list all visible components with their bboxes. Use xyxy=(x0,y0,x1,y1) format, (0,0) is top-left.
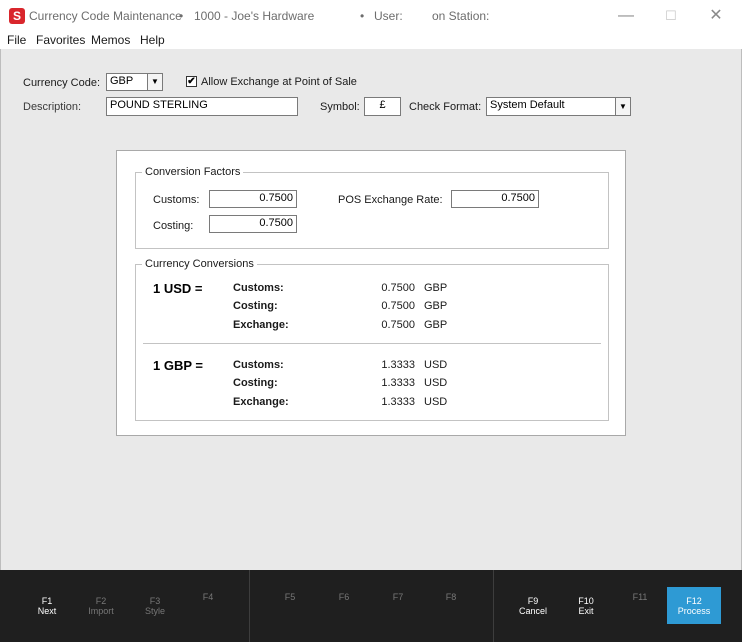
conversion-heading: 1 USD = xyxy=(153,281,203,296)
costing-factor-label: Costing: xyxy=(153,220,194,232)
fkey-code: F3 xyxy=(149,596,161,606)
fkey-code: F2 xyxy=(95,596,107,606)
f5-button[interactable]: F5 xyxy=(263,570,317,642)
store-name: 1000 - Joe's Hardware xyxy=(194,9,315,23)
fkey-code: F4 xyxy=(202,592,214,602)
costing-factor-input[interactable]: 0.7500 xyxy=(209,215,297,233)
f11-button[interactable]: F11 xyxy=(613,570,667,642)
f4-button[interactable]: F4 xyxy=(181,570,235,642)
pos-rate-label: POS Exchange Rate: xyxy=(338,194,443,206)
allow-exchange-label: Allow Exchange at Point of Sale xyxy=(201,76,357,88)
conversion-row-label: Customs: xyxy=(233,359,284,371)
f7-button[interactable]: F7 xyxy=(371,570,425,642)
title-separator: • xyxy=(179,9,184,23)
divider xyxy=(143,343,601,344)
conversion-row-unit: GBP xyxy=(424,319,448,331)
customs-factor-input[interactable]: 0.7500 xyxy=(209,190,297,208)
close-button[interactable]: ✕ xyxy=(694,4,738,28)
chevron-down-icon[interactable]: ▼ xyxy=(615,97,631,116)
conversion-row-value: 1.3333 xyxy=(381,359,415,371)
title-separator: • xyxy=(360,9,365,23)
conversion-heading: 1 GBP = xyxy=(153,358,203,373)
f8-button[interactable]: F8 xyxy=(424,570,478,642)
conversion-row-unit: GBP xyxy=(424,300,448,312)
fkey-code: F6 xyxy=(338,592,350,602)
user-label: User: xyxy=(374,9,403,23)
f9-cancel-button[interactable]: F9 Cancel xyxy=(506,570,560,642)
conversion-row-unit: USD xyxy=(424,359,448,371)
window-title: Currency Code Maintenance xyxy=(29,9,182,23)
allow-exchange-checkbox[interactable]: ✔ xyxy=(186,76,197,87)
conversion-row-label: Costing: xyxy=(233,377,278,389)
currency-code-label: Currency Code: xyxy=(23,77,101,89)
f3-style-button[interactable]: F3 Style xyxy=(128,570,182,642)
fkey-code: F12 xyxy=(686,596,702,606)
fkey-code: F7 xyxy=(392,592,404,602)
conversion-factors-title: Conversion Factors xyxy=(142,166,244,178)
symbol-input[interactable]: £ xyxy=(364,97,401,116)
conversion-row-value: 1.3333 xyxy=(381,396,415,408)
check-format-select[interactable]: System Default xyxy=(486,97,616,116)
conversion-row-label: Customs: xyxy=(233,282,284,294)
conversion-row-value: 0.7500 xyxy=(381,300,415,312)
f1-next-button[interactable]: F1 Next xyxy=(20,570,74,642)
fkey-label: Cancel xyxy=(518,606,547,616)
description-label: Description: xyxy=(23,101,82,113)
fkey-code: F10 xyxy=(578,596,594,606)
conversion-row-unit: USD xyxy=(424,396,448,408)
conversion-row-value: 0.7500 xyxy=(381,282,415,294)
conversion-row-unit: GBP xyxy=(424,282,448,294)
fkey-code: F5 xyxy=(284,592,296,602)
conversion-row-value: 1.3333 xyxy=(381,377,415,389)
f6-button[interactable]: F6 xyxy=(317,570,371,642)
conversion-factors-group xyxy=(135,172,609,249)
conversion-row-value: 0.7500 xyxy=(381,319,415,331)
currency-code-select[interactable]: GBP xyxy=(106,73,148,91)
fkey-code: F1 xyxy=(41,596,53,606)
f2-import-button[interactable]: F2 Import xyxy=(74,570,128,642)
divider xyxy=(249,570,250,642)
conversion-row-label: Costing: xyxy=(233,300,278,312)
fkey-label: Exit xyxy=(578,606,594,616)
divider xyxy=(493,570,494,642)
station-label: on Station: xyxy=(432,9,490,23)
fkey-label: Style xyxy=(144,606,165,616)
fkey-label: Process xyxy=(677,606,711,616)
menu-file[interactable]: File xyxy=(7,33,26,47)
conversion-row-unit: USD xyxy=(424,377,448,389)
customs-factor-label: Customs: xyxy=(153,194,200,206)
f10-exit-button[interactable]: F10 Exit xyxy=(559,570,613,642)
conversion-row-label: Exchange: xyxy=(233,396,289,408)
description-input[interactable]: POUND STERLING xyxy=(106,97,298,116)
currency-conversions-title: Currency Conversions xyxy=(142,258,257,270)
fkey-label: Next xyxy=(37,606,57,616)
minimize-button[interactable]: — xyxy=(604,4,648,28)
fkey-code: F9 xyxy=(527,596,539,606)
app-logo-icon: S xyxy=(9,8,25,24)
menu-favorites[interactable]: Favorites xyxy=(36,33,85,47)
menu-help[interactable]: Help xyxy=(140,33,165,47)
check-format-label: Check Format: xyxy=(409,101,482,113)
f12-process-button[interactable]: F12 Process xyxy=(667,587,721,624)
chevron-down-icon[interactable]: ▼ xyxy=(147,73,163,91)
conversion-row-label: Exchange: xyxy=(233,319,289,331)
fkey-label: Import xyxy=(88,606,114,616)
fkey-code: F11 xyxy=(632,592,648,602)
fkey-code: F8 xyxy=(445,592,457,602)
menu-memos[interactable]: Memos xyxy=(91,33,130,47)
maximize-button[interactable]: ☐ xyxy=(649,4,693,28)
symbol-label: Symbol: xyxy=(320,101,360,113)
pos-rate-input[interactable]: 0.7500 xyxy=(451,190,539,208)
